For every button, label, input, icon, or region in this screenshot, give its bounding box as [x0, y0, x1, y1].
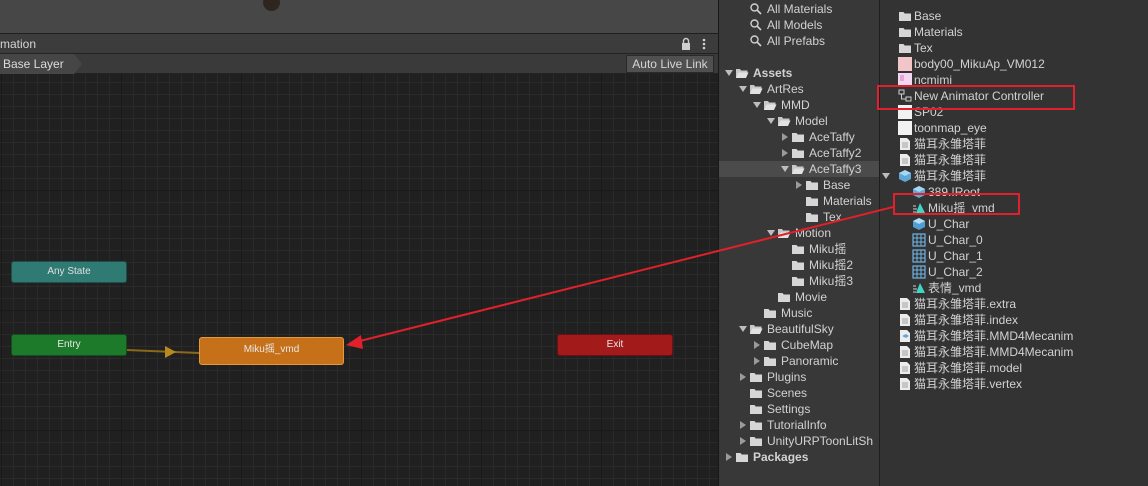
annotation-arrow-head: [346, 335, 363, 349]
annotation-arrow-line: [355, 206, 894, 343]
annotation-overlay: [346, 206, 894, 349]
